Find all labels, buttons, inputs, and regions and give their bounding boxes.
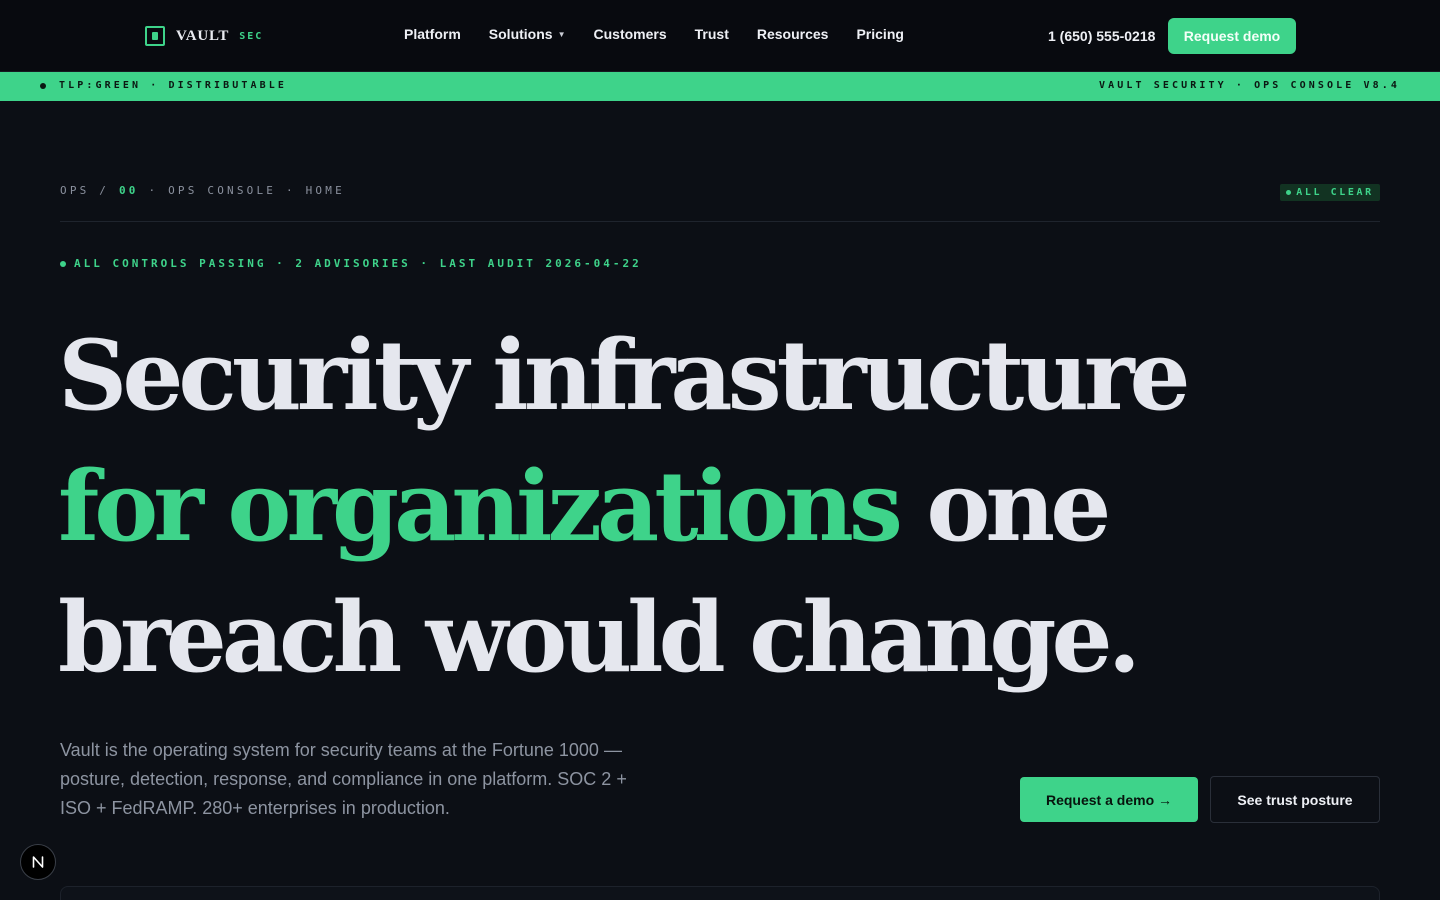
nav-item-label: Pricing: [856, 26, 904, 42]
request-a-demo-button[interactable]: Request a demo →: [1020, 777, 1198, 822]
nav-item-label: Platform: [404, 26, 461, 42]
nav-item-resources[interactable]: Resources: [757, 26, 829, 42]
headline-line-1: Security infrastructure: [58, 319, 1191, 432]
nav-item-customers[interactable]: Customers: [594, 26, 667, 42]
headline-accent: for organizations: [58, 450, 903, 563]
nav-item-solutions[interactable]: Solutions ▼: [489, 26, 566, 42]
ribbon-left-text: TLP:GREEN · DISTRIBUTABLE: [59, 80, 288, 91]
nav-item-trust[interactable]: Trust: [695, 26, 729, 42]
divider: [60, 221, 1380, 222]
next-section-card: [60, 886, 1380, 900]
main-menu: Platform Solutions ▼ Customers Trust Reso…: [404, 26, 932, 42]
controls-status-text: ALL CONTROLS PASSING · 2 ADVISORIES · LA…: [74, 257, 642, 270]
see-trust-posture-button[interactable]: See trust posture: [1210, 776, 1380, 823]
status-dot-icon: [40, 82, 46, 89]
vault-logo-icon: [145, 26, 165, 46]
ribbon-left: TLP:GREEN · DISTRIBUTABLE: [40, 80, 287, 91]
status-dot-icon: [1286, 190, 1292, 195]
breadcrumb-prefix: OPS /: [60, 184, 110, 197]
nav-item-platform[interactable]: Platform: [404, 26, 461, 42]
top-nav: VAULT SEC Platform Solutions ▼ Customers …: [0, 0, 1440, 72]
nav-item-label: Solutions: [488, 26, 553, 42]
logo[interactable]: VAULT SEC: [145, 25, 263, 47]
next-js-icon[interactable]: [20, 844, 56, 880]
status-badge-label: ALL CLEAR: [1296, 187, 1374, 198]
status-badge: ALL CLEAR: [1280, 184, 1380, 201]
headline-line-3: breach would change.: [58, 581, 1141, 694]
request-demo-button[interactable]: Request demo: [1168, 18, 1296, 54]
logo-sub: SEC: [239, 30, 264, 42]
phone-link[interactable]: 1 (650) 555-0218: [1048, 28, 1155, 44]
chevron-down-icon: ▼: [557, 29, 566, 39]
hero-headline: Security infrastructure for organization…: [58, 310, 1191, 703]
controls-status: ALL CONTROLS PASSING · 2 ADVISORIES · LA…: [60, 257, 642, 270]
breadcrumb-rest: · OPS CONSOLE · HOME: [148, 184, 345, 197]
classification-ribbon: TLP:GREEN · DISTRIBUTABLE VAULT SECURITY…: [0, 72, 1440, 101]
headline-line-2-rest: one: [926, 450, 1111, 563]
headline-line-2: for organizations one: [58, 441, 1138, 572]
ribbon-right-text: VAULT SECURITY · OPS CONSOLE V8.4: [1099, 80, 1400, 91]
breadcrumb: OPS / 00 · OPS CONSOLE · HOME: [60, 184, 345, 197]
logo-text: VAULT: [176, 27, 230, 44]
nav-item-label: Trust: [694, 26, 729, 42]
nav-item-label: Resources: [756, 26, 829, 42]
hero-description: Vault is the operating system for securi…: [60, 740, 627, 818]
nav-item-label: Customers: [593, 26, 667, 42]
breadcrumb-index: 00: [118, 184, 139, 197]
nav-item-pricing[interactable]: Pricing: [856, 26, 903, 42]
status-dot-icon: [60, 260, 66, 267]
